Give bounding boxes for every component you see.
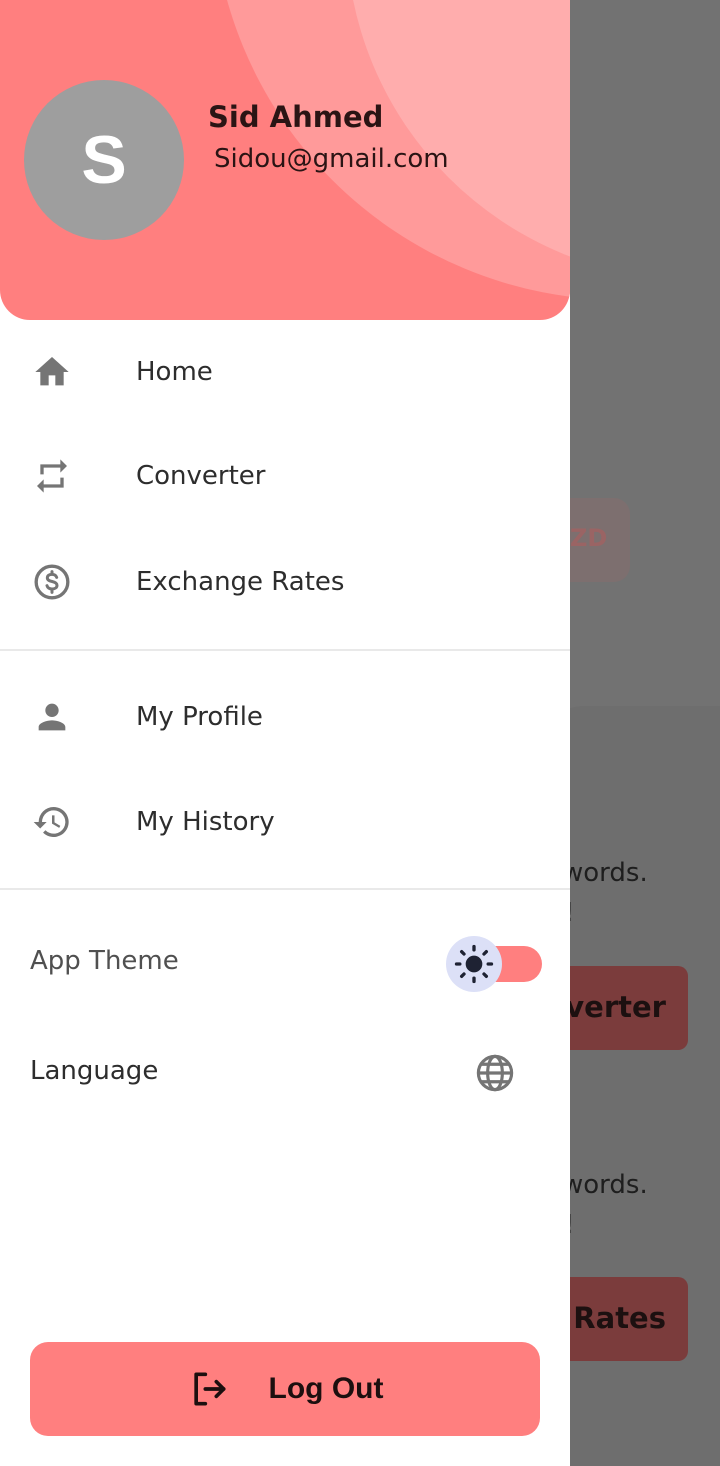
home-icon xyxy=(32,352,72,392)
background-text: words. xyxy=(562,1170,648,1200)
nav-label-converter: Converter xyxy=(136,461,266,491)
nav-label-exchange-rates: Exchange Rates xyxy=(136,567,345,597)
theme-toggle[interactable] xyxy=(446,936,542,992)
logout-button[interactable]: Log Out xyxy=(30,1342,540,1436)
background-chip-text: ZD xyxy=(570,524,608,552)
nav-label-home: Home xyxy=(136,357,213,387)
swap-icon xyxy=(32,456,72,496)
avatar[interactable]: S xyxy=(24,80,184,240)
globe-icon[interactable] xyxy=(474,1052,516,1094)
logout-label: Log Out xyxy=(268,1372,384,1405)
drawer-header: S Sid Ahmed Sidou@gmail.com xyxy=(0,0,570,320)
history-icon xyxy=(32,802,72,842)
divider xyxy=(0,888,570,890)
background-button-label: Rates xyxy=(573,1301,666,1335)
nav-item-my-profile[interactable]: My Profile xyxy=(0,665,570,769)
logout-icon xyxy=(187,1367,231,1411)
background-text: words. xyxy=(562,858,648,888)
nav-label-my-history: My History xyxy=(136,807,275,837)
sun-icon xyxy=(446,936,502,992)
nav-item-exchange-rates[interactable]: Exchange Rates xyxy=(0,530,570,634)
app-theme-label: App Theme xyxy=(30,946,179,976)
divider xyxy=(0,649,570,651)
language-label: Language xyxy=(30,1056,159,1086)
background-button-label: verter xyxy=(565,990,666,1024)
nav-label-my-profile: My Profile xyxy=(136,702,263,732)
person-icon xyxy=(32,697,72,737)
navigation-drawer: S Sid Ahmed Sidou@gmail.com Home Convert… xyxy=(0,0,570,1466)
nav-item-home[interactable]: Home xyxy=(0,320,570,424)
nav-item-my-history[interactable]: My History xyxy=(0,770,570,874)
user-name: Sid Ahmed xyxy=(208,100,384,134)
dollar-circle-icon xyxy=(32,562,72,602)
nav-item-converter[interactable]: Converter xyxy=(0,424,570,528)
user-email: Sidou@gmail.com xyxy=(214,144,449,174)
avatar-letter: S xyxy=(81,122,127,198)
